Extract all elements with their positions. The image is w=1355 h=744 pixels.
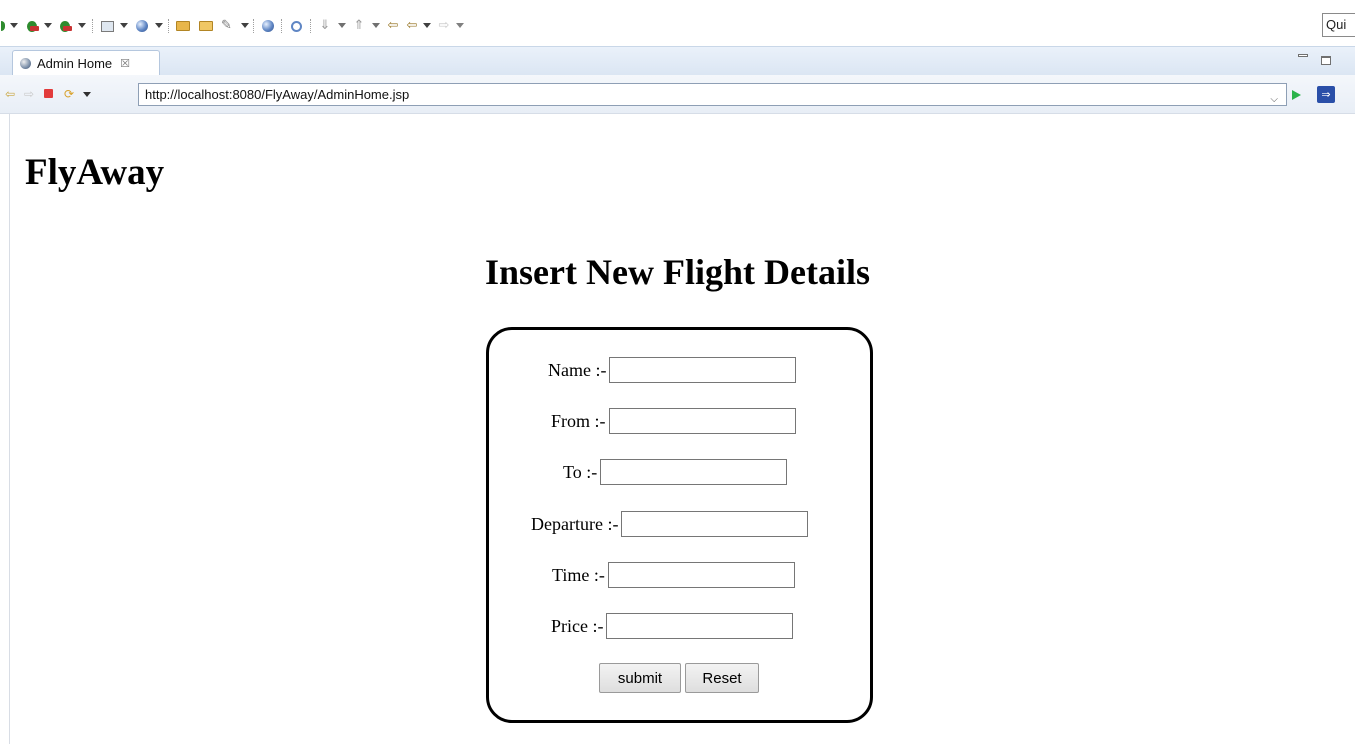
debug-icon[interactable] (24, 19, 40, 33)
open-folder-icon[interactable] (175, 19, 191, 33)
editor-tab-bar: Admin Home ☒ (0, 46, 1355, 76)
debug-dropdown-icon[interactable] (44, 23, 52, 28)
external-tools-dropdown-icon[interactable] (78, 23, 86, 28)
next-annotation-dropdown-icon[interactable] (338, 23, 346, 28)
search-icon[interactable] (288, 19, 304, 33)
url-text: http://localhost:8080/FlyAway/AdminHome.… (145, 87, 410, 102)
site-title: FlyAway (25, 152, 165, 193)
external-tools-icon[interactable] (57, 19, 73, 33)
back-dropdown-icon[interactable] (423, 23, 431, 28)
time-input[interactable] (607, 562, 795, 588)
new-server-icon[interactable] (99, 19, 115, 33)
browser-navigation-bar: ⇦ ⇨ ⟳ http://localhost:8080/FlyAway/Admi… (0, 75, 1355, 114)
maximize-icon[interactable] (1321, 56, 1331, 65)
prev-annotation-icon[interactable]: ⇑ (351, 19, 367, 33)
minimize-icon[interactable] (1298, 54, 1308, 57)
back-icon[interactable]: ⇦ (404, 19, 420, 33)
pencil-dropdown-icon[interactable] (241, 23, 249, 28)
departure-input[interactable] (621, 511, 809, 537)
quick-access-field[interactable]: Qui (1322, 13, 1355, 37)
to-input[interactable] (600, 459, 788, 485)
price-label: Price :- (551, 615, 604, 636)
next-annotation-icon[interactable]: ⇓ (317, 19, 333, 33)
tab-admin-home[interactable]: Admin Home ☒ (12, 50, 160, 76)
globe-icon[interactable] (260, 19, 276, 33)
time-label: Time :- (552, 564, 605, 585)
name-input[interactable] (609, 357, 797, 383)
close-icon[interactable]: ☒ (120, 57, 130, 70)
tab-label: Admin Home (37, 56, 113, 71)
reset-button[interactable]: Reset (685, 663, 759, 693)
form-heading: Insert New Flight Details (485, 252, 870, 292)
run-icon[interactable] (0, 19, 6, 33)
from-row: From :- (551, 408, 796, 434)
forward-dropdown-icon[interactable] (456, 23, 464, 28)
refresh-icon[interactable]: ⟳ (64, 88, 74, 100)
from-input[interactable] (608, 408, 796, 434)
new-server-dropdown-icon[interactable] (120, 23, 128, 28)
pencil-icon[interactable]: ✎ (220, 19, 236, 33)
prev-annotation-dropdown-icon[interactable] (372, 23, 380, 28)
web-service-dropdown-icon[interactable] (155, 23, 163, 28)
toolbar-separator (168, 19, 169, 33)
time-row: Time :- (552, 562, 795, 588)
back-icon[interactable]: ⇦ (5, 88, 15, 100)
refresh-dropdown-icon[interactable] (83, 92, 91, 97)
to-label: To :- (563, 461, 598, 482)
submit-button[interactable]: submit (599, 663, 681, 693)
globe-icon (20, 58, 31, 69)
forward-icon[interactable]: ⇨ (24, 88, 34, 100)
from-label: From :- (551, 410, 606, 431)
stop-icon[interactable] (44, 89, 53, 98)
name-label: Name :- (548, 359, 607, 380)
web-service-icon[interactable] (134, 19, 150, 33)
price-input[interactable] (606, 613, 794, 639)
price-row: Price :- (551, 613, 794, 639)
chevron-down-icon[interactable]: ⌵ (1270, 89, 1278, 110)
departure-row: Departure :- (531, 511, 809, 537)
eclipse-main-toolbar: ✎ ⇓ ⇑ ⇦ ⇦ ⇨ Qui (0, 0, 1355, 46)
browser-frame-border (9, 114, 10, 744)
go-icon[interactable] (1292, 90, 1301, 100)
toolbar-separator (310, 19, 311, 33)
run-dropdown-icon[interactable] (10, 23, 18, 28)
departure-label: Departure :- (531, 513, 619, 534)
last-edit-icon[interactable]: ⇦ (385, 19, 401, 33)
toolbar-separator (92, 19, 93, 33)
to-row: To :- (563, 459, 788, 485)
forward-icon[interactable]: ⇨ (436, 19, 452, 33)
toolbar-separator (253, 19, 254, 33)
url-input[interactable]: http://localhost:8080/FlyAway/AdminHome.… (138, 83, 1287, 106)
toolbar-separator (281, 19, 282, 33)
open-external-browser-icon[interactable]: ⇒ (1317, 86, 1335, 103)
open-file-icon[interactable] (198, 19, 214, 33)
name-row: Name :- (548, 357, 797, 383)
